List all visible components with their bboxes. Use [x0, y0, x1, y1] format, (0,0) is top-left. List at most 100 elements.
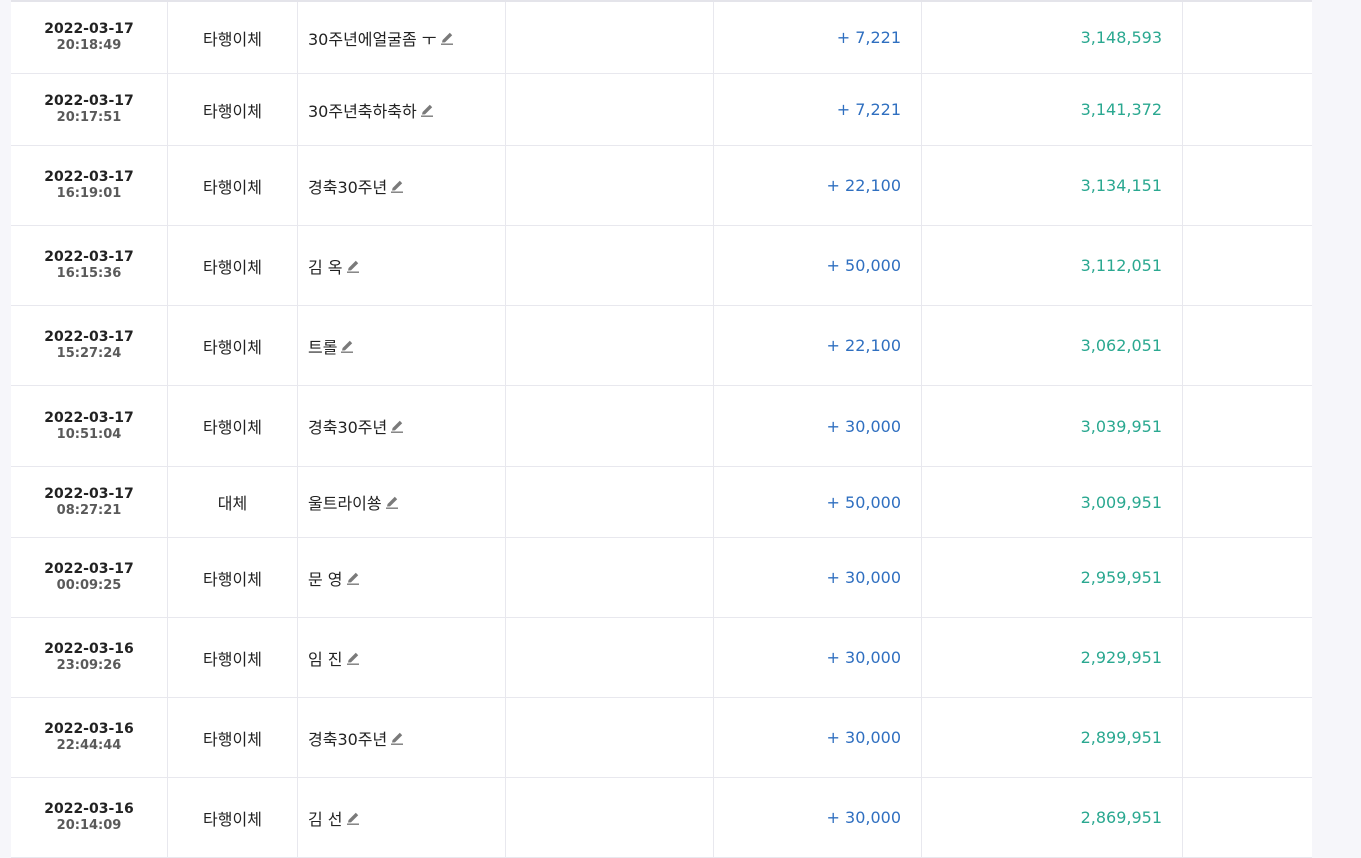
redaction-mark [1199, 720, 1309, 756]
pencil-icon[interactable] [345, 810, 361, 826]
redacted-cell [1183, 386, 1312, 466]
balance-amount: 3,009,951 [1080, 492, 1162, 512]
table-row[interactable]: 2022-03-16 23:09:26 타행이체 임 진 + 30,000 2,929,9… [11, 618, 1312, 698]
amount-cell: + 50,000 [714, 467, 922, 537]
table-row[interactable]: 2022-03-17 10:51:04 타행이체 경축30주년 + 30,000 3,03… [11, 386, 1312, 467]
amount-cell: + 30,000 [714, 778, 922, 857]
table-row[interactable]: 2022-03-17 15:27:24 타행이체 트롤 + 22,100 3,062,05… [11, 306, 1312, 386]
table-row[interactable]: 2022-03-17 00:09:25 타행이체 문 영 + 30,000 2,959,9… [11, 538, 1312, 618]
memo-cell: 30주년축하축하 [298, 74, 506, 145]
memo-cell: 경축30주년 [298, 698, 506, 777]
redaction-mark [1199, 800, 1309, 836]
amount-cell: + 50,000 [714, 226, 922, 305]
transaction-date: 2022-03-16 [44, 721, 134, 737]
date-cell: 2022-03-17 16:15:36 [11, 226, 168, 305]
type-cell: 타행이체 [168, 698, 298, 777]
transaction-memo: 임 진 [308, 649, 343, 669]
transaction-time: 16:15:36 [56, 266, 122, 281]
pencil-icon[interactable] [345, 650, 361, 666]
transaction-time: 20:18:49 [56, 38, 122, 53]
empty-cell [506, 386, 714, 466]
date-cell: 2022-03-16 22:44:44 [11, 698, 168, 777]
redacted-cell [1183, 146, 1312, 225]
memo-cell: 경축30주년 [298, 146, 506, 225]
pencil-icon[interactable] [419, 102, 435, 118]
pencil-icon[interactable] [439, 30, 455, 46]
balance-cell: 2,869,951 [922, 778, 1183, 857]
balance-cell: 3,112,051 [922, 226, 1183, 305]
transaction-time: 00:09:25 [56, 578, 122, 593]
date-cell: 2022-03-16 23:09:26 [11, 618, 168, 697]
type-cell: 대체 [168, 467, 298, 537]
balance-amount: 2,899,951 [1080, 728, 1162, 747]
transaction-type: 대체 [217, 494, 248, 513]
pencil-icon[interactable] [389, 178, 405, 194]
redaction-mark [1199, 560, 1309, 596]
deposit-amount: + 22,100 [826, 336, 901, 355]
memo-cell: 30주년에얼굴좀 ㅜ [298, 2, 506, 73]
empty-cell [506, 618, 714, 697]
balance-cell: 2,929,951 [922, 618, 1183, 697]
transaction-type: 타행이체 [203, 809, 262, 829]
redaction-mark [1199, 409, 1309, 445]
deposit-amount: + 30,000 [826, 808, 901, 827]
empty-cell [506, 778, 714, 857]
transaction-time: 15:27:24 [56, 346, 122, 361]
amount-cell: + 30,000 [714, 618, 922, 697]
table-row[interactable]: 2022-03-16 20:14:09 타행이체 김 선 + 30,000 2,869,9… [11, 778, 1312, 858]
redaction-mark [1199, 20, 1309, 56]
memo-cell: 임 진 [298, 618, 506, 697]
pencil-icon[interactable] [345, 258, 361, 274]
amount-cell: + 22,100 [714, 146, 922, 225]
redacted-cell [1183, 226, 1312, 305]
redacted-cell [1183, 778, 1312, 857]
pencil-icon[interactable] [384, 494, 400, 510]
amount-cell: + 30,000 [714, 698, 922, 777]
balance-amount: 2,869,951 [1080, 808, 1162, 827]
table-row[interactable]: 2022-03-17 20:17:51 타행이체 30주년축하축하 + 7,221 3,1… [11, 74, 1312, 146]
deposit-amount: + 50,000 [826, 492, 901, 512]
balance-cell: 3,039,951 [922, 386, 1183, 466]
balance-cell: 3,009,951 [922, 467, 1183, 537]
pencil-icon[interactable] [389, 730, 405, 746]
transaction-memo: 경축30주년 [308, 729, 388, 749]
transaction-date: 2022-03-17 [44, 93, 134, 109]
redacted-cell [1183, 74, 1312, 145]
type-cell: 타행이체 [168, 778, 298, 857]
transaction-date: 2022-03-17 [44, 21, 134, 37]
type-cell: 타행이체 [168, 226, 298, 305]
pencil-icon[interactable] [339, 338, 355, 354]
deposit-amount: + 7,221 [836, 100, 901, 119]
table-row[interactable]: 2022-03-17 16:15:36 타행이체 김 옥 + 50,000 3,112,0… [11, 226, 1312, 306]
transaction-time: 16:19:01 [56, 186, 122, 201]
redacted-cell [1183, 467, 1312, 537]
type-cell: 타행이체 [168, 618, 298, 697]
transaction-memo: 경축30주년 [308, 418, 388, 437]
transaction-type: 타행이체 [203, 569, 262, 589]
transaction-date: 2022-03-17 [44, 169, 134, 185]
transaction-memo: 김 선 [308, 809, 343, 829]
transaction-date: 2022-03-16 [44, 801, 134, 817]
table-row[interactable]: 2022-03-16 22:44:44 타행이체 경축30주년 + 30,000 2,89… [11, 698, 1312, 778]
transaction-time: 08:27:21 [56, 502, 122, 518]
table-row[interactable]: 2022-03-17 08:27:21 대체 울트라이쑝 + 50,000 3,009,9… [11, 467, 1312, 538]
pencil-icon[interactable] [345, 570, 361, 586]
amount-cell: + 30,000 [714, 386, 922, 466]
transaction-memo: 트롤 [308, 337, 338, 357]
redacted-cell [1183, 306, 1312, 385]
empty-cell [506, 306, 714, 385]
transaction-date: 2022-03-16 [44, 641, 134, 657]
table-row[interactable]: 2022-03-17 20:18:49 타행이체 30주년에얼굴좀 ㅜ + 7,221 3… [11, 2, 1312, 74]
balance-cell: 2,959,951 [922, 538, 1183, 617]
deposit-amount: + 30,000 [826, 728, 901, 747]
redacted-cell [1183, 2, 1312, 73]
transaction-date: 2022-03-17 [44, 249, 134, 265]
redaction-mark [1199, 485, 1309, 521]
transaction-date: 2022-03-17 [44, 409, 134, 426]
redacted-cell [1183, 618, 1312, 697]
balance-cell: 3,148,593 [922, 2, 1183, 73]
deposit-amount: + 30,000 [826, 416, 901, 436]
table-row[interactable]: 2022-03-17 16:19:01 타행이체 경축30주년 + 22,100 3,13… [11, 146, 1312, 226]
pencil-icon[interactable] [389, 418, 405, 434]
deposit-amount: + 22,100 [826, 176, 901, 195]
